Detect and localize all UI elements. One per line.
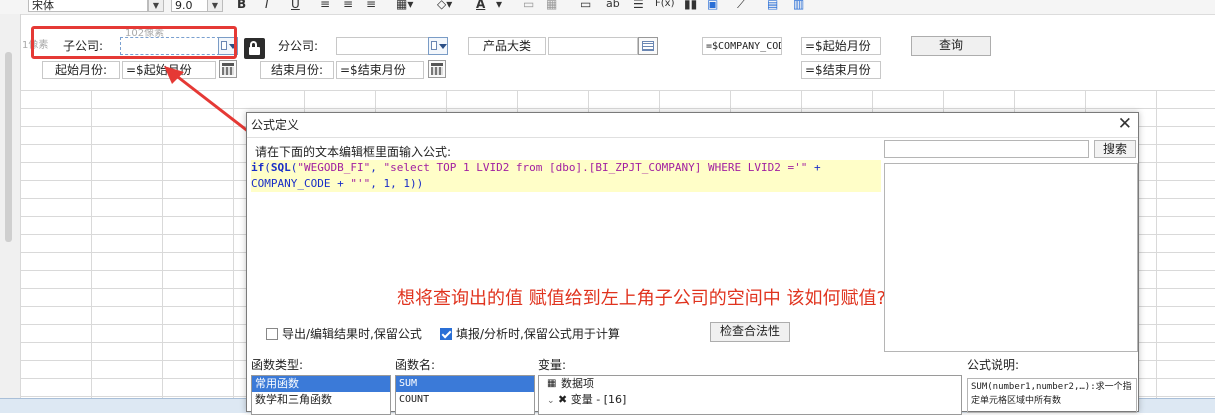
align-center-icon[interactable]: ≡ (343, 0, 353, 11)
product-label: 产品大类 (468, 37, 546, 55)
italic-button[interactable]: I (265, 0, 269, 11)
image-icon[interactable]: ▣ (707, 0, 718, 11)
code-token: if (251, 161, 265, 174)
vertical-scrollbar-thumb[interactable] (5, 52, 12, 242)
tree-item-variables[interactable]: ⌄ ✖ 变量 - [16] (539, 392, 961, 408)
end-month-calendar-icon[interactable] (428, 60, 446, 78)
align-right-icon[interactable]: ≡ (366, 0, 376, 11)
code-token: COMPANY_CODE + (251, 177, 351, 190)
code-token: + (807, 161, 821, 174)
bar-chart-icon[interactable]: ▮▮ (684, 0, 697, 11)
variable-icon: ✖ (558, 393, 568, 406)
fill-keep-formula-label: 填报/分析时,保留公式用于计算 (456, 327, 620, 341)
list-item[interactable]: COUNT (396, 392, 534, 408)
function-type-label: 函数类型: (251, 358, 304, 372)
branch-field[interactable] (336, 37, 430, 55)
function-type-list[interactable]: 常用函数 数学和三角函数 (251, 375, 391, 415)
editor-instruction: 请在下面的文本编辑框里面输入公式: (255, 145, 452, 159)
list-item[interactable]: 数学和三角函数 (252, 392, 390, 408)
font-size-dropdown-icon[interactable]: ▼ (207, 0, 223, 12)
border-icon[interactable]: ▦▾ (396, 0, 413, 11)
merge-cells-icon[interactable]: ▭ (523, 0, 534, 11)
bold-button[interactable]: B (237, 0, 246, 11)
end-month-right-field[interactable]: =$结束月份 (801, 61, 881, 79)
formula-code: if(SQL("WEGODB_FI", "select TOP 1 LVID2 … (251, 160, 821, 192)
export-keep-formula-label: 导出/编辑结果时,保留公式 (282, 327, 422, 341)
list-item[interactable]: SUM (396, 376, 534, 392)
highlight-box (31, 26, 237, 59)
slash-icon[interactable]: ⟋ (737, 0, 745, 11)
code-token: "select TOP 1 LVID2 from [dbo].[BI_ZPJT_… (383, 161, 808, 174)
end-month-label: 结束月份: (260, 61, 334, 79)
lock-icon[interactable] (244, 38, 265, 59)
variable-label: 变量: (538, 358, 567, 372)
formula-description: SUM(number1,number2,…):求一个指定单元格区域中所有数 (967, 378, 1137, 413)
code-token: , 1, 1)) (370, 177, 424, 190)
question-annotation: 想将查询出的值 赋值给到左上角子公司的空间中 该如何赋值? (397, 288, 886, 309)
validate-button[interactable]: 检查合法性 (710, 322, 790, 342)
search-button[interactable]: 搜索 (1094, 140, 1136, 158)
tree-item-label: 数据项 (561, 377, 594, 390)
code-token: SQL (270, 161, 291, 174)
product-picker-icon[interactable] (638, 37, 658, 55)
grid-icon: ▦ (547, 378, 557, 389)
code-token: , (370, 161, 384, 174)
fill-keep-formula-checkbox[interactable] (440, 328, 452, 340)
format-toolbar: 宋体 ▼ 9.0 ▼ B I U ≡ ≡ ≡ ▦▾ ◇▾ A ▾ ▭ ▦ ▭ a… (0, 0, 1215, 15)
formula-desc-label: 公式说明: (967, 358, 1020, 372)
font-family-select[interactable]: 宋体 (28, 0, 148, 12)
product-field[interactable] (548, 37, 638, 55)
branch-dropdown-icon[interactable] (428, 37, 448, 55)
formula-dialog: 公式定义 ✕ 请在下面的文本编辑框里面输入公式: if(SQL("WEGODB_… (246, 112, 1139, 415)
start-month-right-field[interactable]: =$起始月份 (801, 37, 881, 55)
branch-label: 分公司: (277, 39, 319, 53)
code-token: "WEGODB_FI" (297, 161, 371, 174)
code-token: "'" (350, 177, 371, 190)
fill-color-icon[interactable]: ◇▾ (437, 0, 452, 11)
tree-item-data[interactable]: ▦ 数据项 (539, 376, 961, 392)
code-token: ( (264, 161, 271, 174)
formula-editor[interactable]: if(SQL("WEGODB_FI", "select TOP 1 LVID2 … (251, 160, 886, 320)
collapse-icon[interactable]: ⌄ (547, 396, 555, 406)
table-icon[interactable]: ▥ (793, 0, 804, 11)
text-tool-button[interactable]: ab (606, 0, 620, 11)
function-search-input[interactable] (884, 140, 1089, 158)
insert-row-icon[interactable]: ▭ (580, 0, 591, 11)
formula-button[interactable]: F(x) (655, 0, 674, 11)
report-icon[interactable]: ▤ (767, 0, 778, 11)
search-results-box[interactable] (884, 163, 1138, 352)
split-cells-icon[interactable]: ▦ (546, 0, 557, 11)
text-color-icon[interactable]: A (476, 0, 485, 11)
end-month-field[interactable]: =$结束月份 (336, 61, 424, 79)
tree-item-label: 变量 - [16] (570, 393, 627, 406)
export-keep-formula-checkbox[interactable] (266, 328, 278, 340)
text-color-dropdown-icon[interactable]: ▾ (496, 0, 502, 11)
function-name-list[interactable]: SUM COUNT (395, 375, 535, 415)
function-name-label: 函数名: (395, 358, 436, 372)
dialog-title: 公式定义 (251, 118, 300, 132)
underline-button[interactable]: U (291, 0, 300, 11)
start-month-label: 起始月份: (42, 61, 120, 79)
query-button[interactable]: 查询 (911, 36, 991, 56)
font-family-dropdown-icon[interactable]: ▼ (148, 0, 164, 12)
close-icon[interactable]: ✕ (1118, 113, 1132, 135)
list-icon[interactable]: ☰ (633, 0, 644, 11)
company-code-field[interactable]: =$COMPANY_COD (702, 37, 782, 55)
variable-tree[interactable]: ▦ 数据项 ⌄ ✖ 变量 - [16] (538, 375, 962, 415)
list-item[interactable]: 常用函数 (252, 376, 390, 392)
align-left-icon[interactable]: ≡ (320, 0, 330, 11)
